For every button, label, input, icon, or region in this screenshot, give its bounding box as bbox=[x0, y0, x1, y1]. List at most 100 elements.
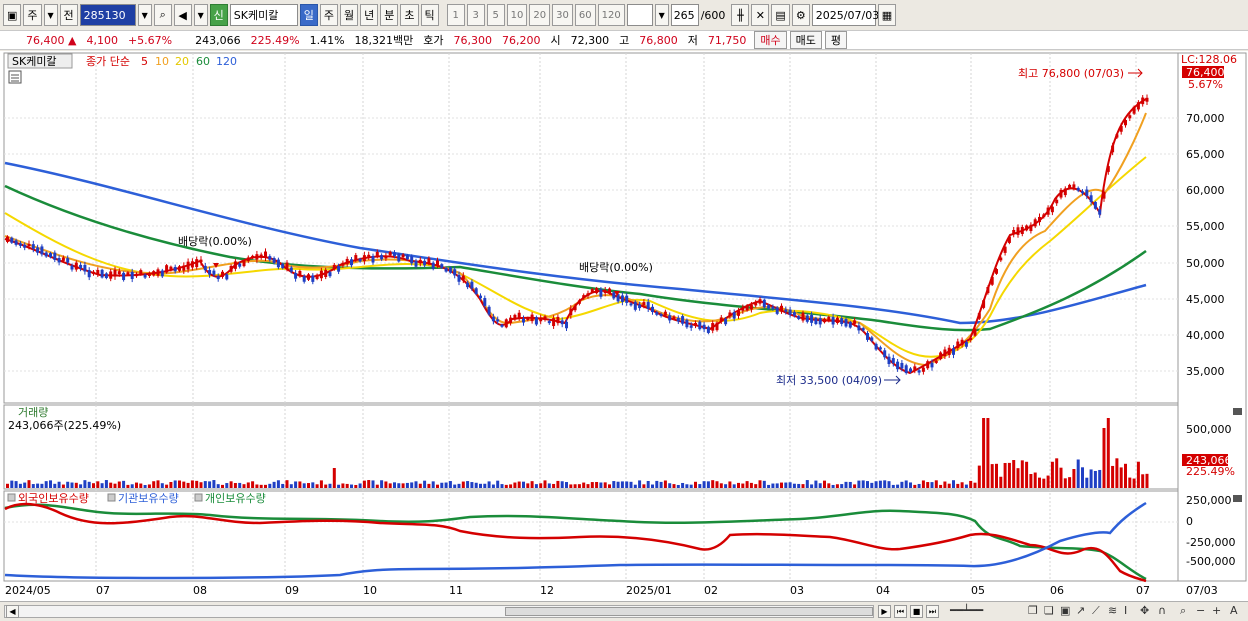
volume-bar bbox=[423, 480, 427, 488]
low-price: 71,750 bbox=[707, 33, 747, 47]
draw-tool-icon[interactable]: ⟋ bbox=[1092, 604, 1100, 618]
candle-body bbox=[272, 258, 276, 263]
candle-body bbox=[242, 260, 246, 267]
candle-body bbox=[1115, 134, 1119, 138]
mode-dropdown-icon[interactable]: ▼ bbox=[43, 4, 58, 26]
zoom-search-icon[interactable]: ⌕ bbox=[1180, 604, 1186, 618]
volume-panel-close-icon[interactable] bbox=[1233, 408, 1242, 415]
average-button[interactable]: 평 bbox=[824, 31, 848, 49]
calendar-icon[interactable]: ▦ bbox=[877, 4, 897, 26]
date-input[interactable]: 2025/07/03 bbox=[811, 4, 879, 26]
interval-label: 5 bbox=[492, 9, 499, 21]
scroll-end-icon[interactable]: ⏭ bbox=[926, 605, 939, 618]
font-size-icon[interactable]: A bbox=[1230, 604, 1238, 617]
volume-bar bbox=[990, 464, 994, 488]
interval-label: 60 bbox=[578, 9, 592, 21]
volume-panel-frame bbox=[3, 404, 1179, 490]
draw-line-icon[interactable]: ↗ bbox=[1076, 604, 1085, 617]
pan-icon[interactable]: ✥ bbox=[1140, 604, 1149, 617]
volume-bar bbox=[784, 482, 788, 488]
candle-body bbox=[311, 275, 315, 282]
candle-body bbox=[147, 273, 151, 276]
scrollbar-thumb[interactable] bbox=[505, 607, 873, 616]
period-button-week[interactable]: 주 bbox=[319, 4, 339, 26]
gear-icon[interactable]: ⚙ bbox=[791, 4, 810, 26]
interval-button[interactable]: 5 bbox=[486, 4, 505, 26]
candle-body bbox=[143, 274, 147, 278]
volume-bar bbox=[995, 463, 998, 488]
interval-button[interactable]: 1 bbox=[446, 4, 465, 26]
volume-bar bbox=[668, 483, 672, 488]
interval-button[interactable]: 60 bbox=[574, 4, 596, 26]
period-button-second[interactable]: 초 bbox=[400, 4, 419, 26]
volume-bar bbox=[874, 481, 878, 488]
window-menu-icon[interactable]: ▣ bbox=[3, 4, 22, 26]
scroll-left-icon[interactable]: ◀ bbox=[6, 605, 19, 618]
crosshair-icon[interactable]: ✕ bbox=[751, 4, 770, 26]
candle-type-icon[interactable]: ╫ bbox=[731, 4, 750, 26]
period-button-year[interactable]: 년 bbox=[360, 4, 379, 26]
magnet-icon[interactable]: ∩ bbox=[1158, 604, 1166, 617]
print-icon[interactable]: ▣ bbox=[1060, 604, 1070, 617]
chart-canvas[interactable]: SK케미칼 종가 단순 5 10 20 60 120 최고 76,800 (07… bbox=[0, 51, 1248, 601]
interval-button[interactable]: 120 bbox=[597, 4, 625, 26]
copy-icon[interactable]: ❐ bbox=[1028, 604, 1038, 617]
zoom-in-icon[interactable]: + bbox=[1212, 604, 1221, 617]
candle-body bbox=[418, 259, 422, 264]
candle-body bbox=[543, 316, 547, 320]
speaker-icon[interactable]: ◀ bbox=[173, 4, 192, 26]
candle-body bbox=[1038, 216, 1041, 223]
interval-button[interactable]: 3 bbox=[466, 4, 485, 26]
save-icon[interactable]: ▤ bbox=[771, 4, 790, 26]
chart-scrollbar[interactable] bbox=[4, 605, 874, 618]
fibonacci-icon[interactable]: ≋ bbox=[1108, 604, 1117, 617]
mode-selector[interactable]: 주 bbox=[23, 4, 42, 26]
scroll-start-icon[interactable]: ⏮ bbox=[894, 605, 907, 618]
interval-button[interactable]: 30 bbox=[552, 4, 573, 26]
buy-button[interactable]: 매수 bbox=[754, 31, 787, 49]
sell-button[interactable]: 매도 bbox=[789, 31, 822, 49]
interval-dropdown-icon[interactable]: ▼ bbox=[654, 4, 669, 26]
code-dropdown-icon[interactable]: ▼ bbox=[137, 4, 152, 26]
interval-button[interactable]: 20 bbox=[529, 4, 551, 26]
dividend-label: 배당락(0.00%) bbox=[178, 235, 252, 248]
search-icon[interactable]: ⌕ bbox=[153, 4, 172, 26]
period-label: 분 bbox=[384, 9, 395, 22]
bar-count-input[interactable]: 265 bbox=[670, 4, 699, 26]
candle-body bbox=[169, 266, 173, 271]
custom-interval-input[interactable] bbox=[626, 4, 653, 26]
candle-body bbox=[848, 321, 852, 328]
volume-bar bbox=[844, 481, 848, 488]
candle-body bbox=[534, 317, 538, 325]
interval-button[interactable]: 10 bbox=[506, 4, 528, 26]
layout-icon[interactable]: ❏ bbox=[1044, 604, 1054, 617]
candle-body bbox=[999, 257, 1003, 261]
volume-bar bbox=[367, 480, 371, 488]
period-button-minute[interactable]: 분 bbox=[380, 4, 399, 26]
volume-bar bbox=[23, 482, 27, 488]
period-button-day[interactable]: 일 bbox=[299, 4, 318, 26]
prev-button[interactable]: 전 bbox=[59, 4, 78, 26]
volume-bar bbox=[199, 482, 203, 488]
candle-body bbox=[1033, 219, 1037, 227]
chart-area[interactable]: SK케미칼 종가 단순 5 10 20 60 120 최고 76,800 (07… bbox=[0, 51, 1248, 601]
period-button-tick[interactable]: 틱 bbox=[420, 4, 439, 26]
volume-bar bbox=[560, 481, 564, 488]
volume-bar bbox=[324, 484, 328, 488]
stock-name-field[interactable]: SK케미칼 bbox=[229, 4, 298, 26]
candle-body bbox=[388, 251, 392, 256]
text-tool-icon[interactable]: Ⅰ bbox=[1124, 604, 1127, 617]
holding-panel-close-icon[interactable] bbox=[1233, 495, 1242, 502]
volume-bar bbox=[1016, 468, 1020, 488]
speaker-dropdown-icon[interactable]: ▼ bbox=[193, 4, 208, 26]
stock-code-input[interactable]: 285130 bbox=[79, 4, 136, 26]
candle-body bbox=[762, 299, 766, 308]
zoom-out-icon[interactable]: − bbox=[1196, 604, 1205, 617]
interval-label: 1 bbox=[452, 9, 459, 21]
zoom-slider-icon[interactable]: ━━┷━━ bbox=[950, 604, 983, 617]
volume-bar bbox=[891, 484, 895, 488]
volume-bar bbox=[556, 480, 560, 488]
stop-icon[interactable]: ■ bbox=[910, 605, 923, 618]
period-button-month[interactable]: 월 bbox=[340, 4, 359, 26]
scroll-right-icon[interactable]: ▶ bbox=[878, 605, 891, 618]
